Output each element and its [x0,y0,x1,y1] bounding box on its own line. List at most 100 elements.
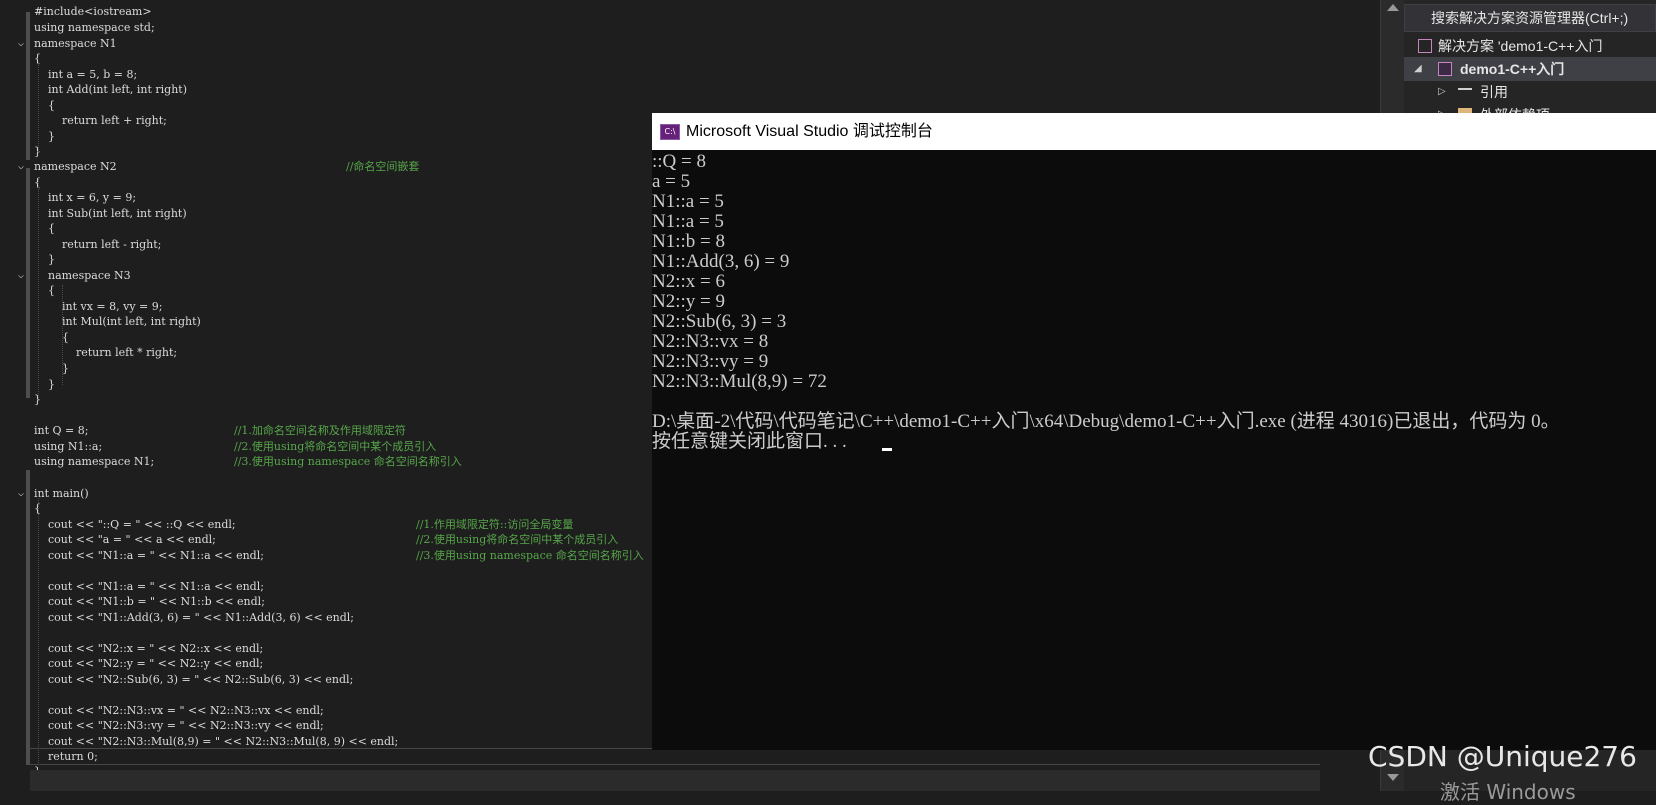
code-line[interactable]: using namespace std; [34,21,155,35]
horizontal-scrollbar[interactable] [30,770,1320,791]
code-line[interactable]: cout << "::Q = " << ::Q << endl; //1.作用域限… [34,518,573,532]
code-line[interactable]: int Add(int left, int right) [34,83,187,97]
code-line[interactable]: cout << "N2::N3::Mul(8,9) = " << N2::N3:… [34,735,398,749]
code-comment: //1.作用域限定符::访问全局变量 [416,518,574,531]
code-text: int Sub(int left, int right) [34,207,187,220]
console-line: N1::a = 5 [652,191,724,212]
tree-item-references[interactable]: ▷ 引用 [1404,80,1656,104]
code-comment: //命名空间嵌套 [346,160,420,173]
console-line: N1::b = 8 [652,231,725,252]
code-line[interactable]: } [34,362,69,376]
code-line[interactable]: using namespace N1; //3.使用using namespace… [34,455,462,469]
code-line[interactable]: cout << "N1::b = " << N1::b << endl; [34,595,265,609]
code-comment: //3.使用using namespace 命名空间名称引入 [234,455,462,468]
code-line[interactable]: return left - right; [34,238,161,252]
code-line[interactable]: cout << "N2::y = " << N2::y << endl; [34,657,263,671]
code-line[interactable]: cout << "N1::a = " << N1::a << endl; //3.… [34,549,644,563]
console-line: a = 5 [652,171,691,192]
code-text: cout << "N1::a = " << N1::a << endl; [34,580,264,593]
code-line[interactable]: cout << "N2::x = " << N2::x << endl; [34,642,263,656]
console-line: N2::N3::Mul(8,9) = 72 [652,371,827,392]
code-line[interactable]: return left + right; [34,114,167,128]
code-line[interactable]: int main() [34,487,89,501]
code-line[interactable]: int vx = 8, vy = 9; [34,300,163,314]
code-line[interactable]: #include<iostream> [34,5,152,19]
code-text: cout << "a = " << a << endl; [34,533,216,546]
code-text: using N1::a; [34,440,103,453]
console-line: N1::Add(3, 6) = 9 [652,251,790,272]
code-line[interactable]: return left * right; [34,346,177,360]
code-line[interactable]: cout << "N2::N3::vx = " << N2::N3::vx <<… [34,704,324,718]
tree-item-solution[interactable]: 解决方案 'demo1-C++入门 [1404,34,1656,58]
code-line[interactable]: int Q = 8; //1.加命名空间名称及作用域限定符 [34,424,406,438]
console-app-icon: C:\ [660,124,680,140]
code-text: int Mul(int left, int right) [34,315,201,328]
fold-toggle-icon[interactable]: ⌵ [18,271,24,281]
code-line[interactable]: namespace N2 //命名空间嵌套 [34,160,419,174]
change-indicator [26,470,30,765]
code-text: int a = 5, b = 8; [34,68,138,81]
console-line: N2::N3::vx = 8 [652,331,769,352]
debug-console-window[interactable]: C:\ Microsoft Visual Studio 调试控制台 ::Q = … [652,113,1656,750]
code-text: cout << "N2::N3::Mul(8,9) = " << N2::N3:… [34,735,399,748]
code-line[interactable]: cout << "N2::N3::vy = " << N2::N3::vy <<… [34,719,324,733]
code-text: cout << "::Q = " << ::Q << endl; [34,518,236,531]
console-line: D:\桌面-2\代码\代码笔记\C++\demo1-C++入门\x64\Debu… [652,411,1560,432]
change-indicator [26,168,30,398]
console-line: N2::y = 9 [652,291,725,312]
code-line[interactable]: cout << "N1::a = " << N1::a << endl; [34,580,264,594]
code-line[interactable]: namespace N1 [34,37,117,51]
code-comment: //2.使用using将命名空间中某个成员引入 [416,533,619,546]
code-text: return left + right; [34,114,167,127]
code-text: } [34,362,69,375]
code-line[interactable]: cout << "N2::Sub(6, 3) = " << N2::Sub(6,… [34,673,353,687]
console-line: N2::Sub(6, 3) = 3 [652,311,787,332]
code-text: cout << "N2::N3::vx = " << N2::N3::vx <<… [34,704,324,717]
console-line: N2::x = 6 [652,271,725,292]
code-text: cout << "N2::Sub(6, 3) = " << N2::Sub(6,… [34,673,354,686]
solution-icon [1418,39,1432,53]
console-line: 按任意键关闭此窗口. . . [652,431,847,452]
code-line[interactable]: using N1::a; //2.使用using将命名空间中某个成员引入 [34,440,436,454]
fold-toggle-icon[interactable]: ⌵ [18,39,24,49]
indent-guide [62,285,63,385]
code-text: int x = 6, y = 9; [34,191,137,204]
references-icon [1458,88,1472,96]
code-text: return left - right; [34,238,162,251]
code-text: #include<iostream> [34,5,152,18]
code-text: cout << "N1::b = " << N1::b << endl; [34,595,265,608]
tree-item-references-label: 引用 [1480,84,1508,100]
code-text: cout << "N1::Add(3, 6) = " << N1::Add(3,… [34,611,355,624]
current-line-highlight [30,748,1320,765]
code-text: int Q = 8; [34,424,89,437]
code-comment: //2.使用using将命名空间中某个成员引入 [234,440,437,453]
code-line[interactable]: cout << "N1::Add(3, 6) = " << N1::Add(3,… [34,611,354,625]
expanded-triangle-icon[interactable]: ◢ [1414,57,1422,81]
code-text: int vx = 8, vy = 9; [34,300,163,313]
code-text: using namespace std; [34,21,155,34]
tree-item-project-label: demo1-C++入门 [1460,61,1565,77]
code-text: cout << "N2::x = " << N2::x << endl; [34,642,264,655]
code-line[interactable]: namespace N3 [34,269,131,283]
scroll-down-icon[interactable] [1387,774,1399,781]
code-line[interactable]: int a = 5, b = 8; [34,68,137,82]
code-line[interactable]: cout << "a = " << a << endl; //2.使用using将… [34,533,618,547]
code-text: namespace N1 [34,37,117,50]
fold-toggle-icon[interactable]: ⌵ [18,162,24,172]
code-line[interactable]: int Sub(int left, int right) [34,207,187,221]
code-text: namespace N3 [34,269,131,282]
tree-item-project[interactable]: ◢ demo1-C++入门 [1404,57,1656,81]
code-text: int Add(int left, int right) [34,83,187,96]
code-text: cout << "N2::y = " << N2::y << endl; [34,657,264,670]
console-title-bar[interactable]: C:\ Microsoft Visual Studio 调试控制台 [652,113,1656,150]
code-line[interactable]: { [34,331,69,345]
code-line[interactable]: int Mul(int left, int right) [34,315,201,329]
tree-item-solution-label: 解决方案 'demo1-C++入门 [1438,38,1603,54]
solution-explorer-search-input[interactable]: 搜索解决方案资源管理器(Ctrl+;) [1404,4,1656,32]
scroll-up-icon[interactable] [1387,4,1399,11]
code-text: using namespace N1; [34,455,155,468]
fold-toggle-icon[interactable]: ⌵ [18,489,24,499]
collapsed-triangle-icon[interactable]: ▷ [1438,80,1446,104]
indent-guide [38,178,39,398]
code-line[interactable]: int x = 6, y = 9; [34,191,136,205]
